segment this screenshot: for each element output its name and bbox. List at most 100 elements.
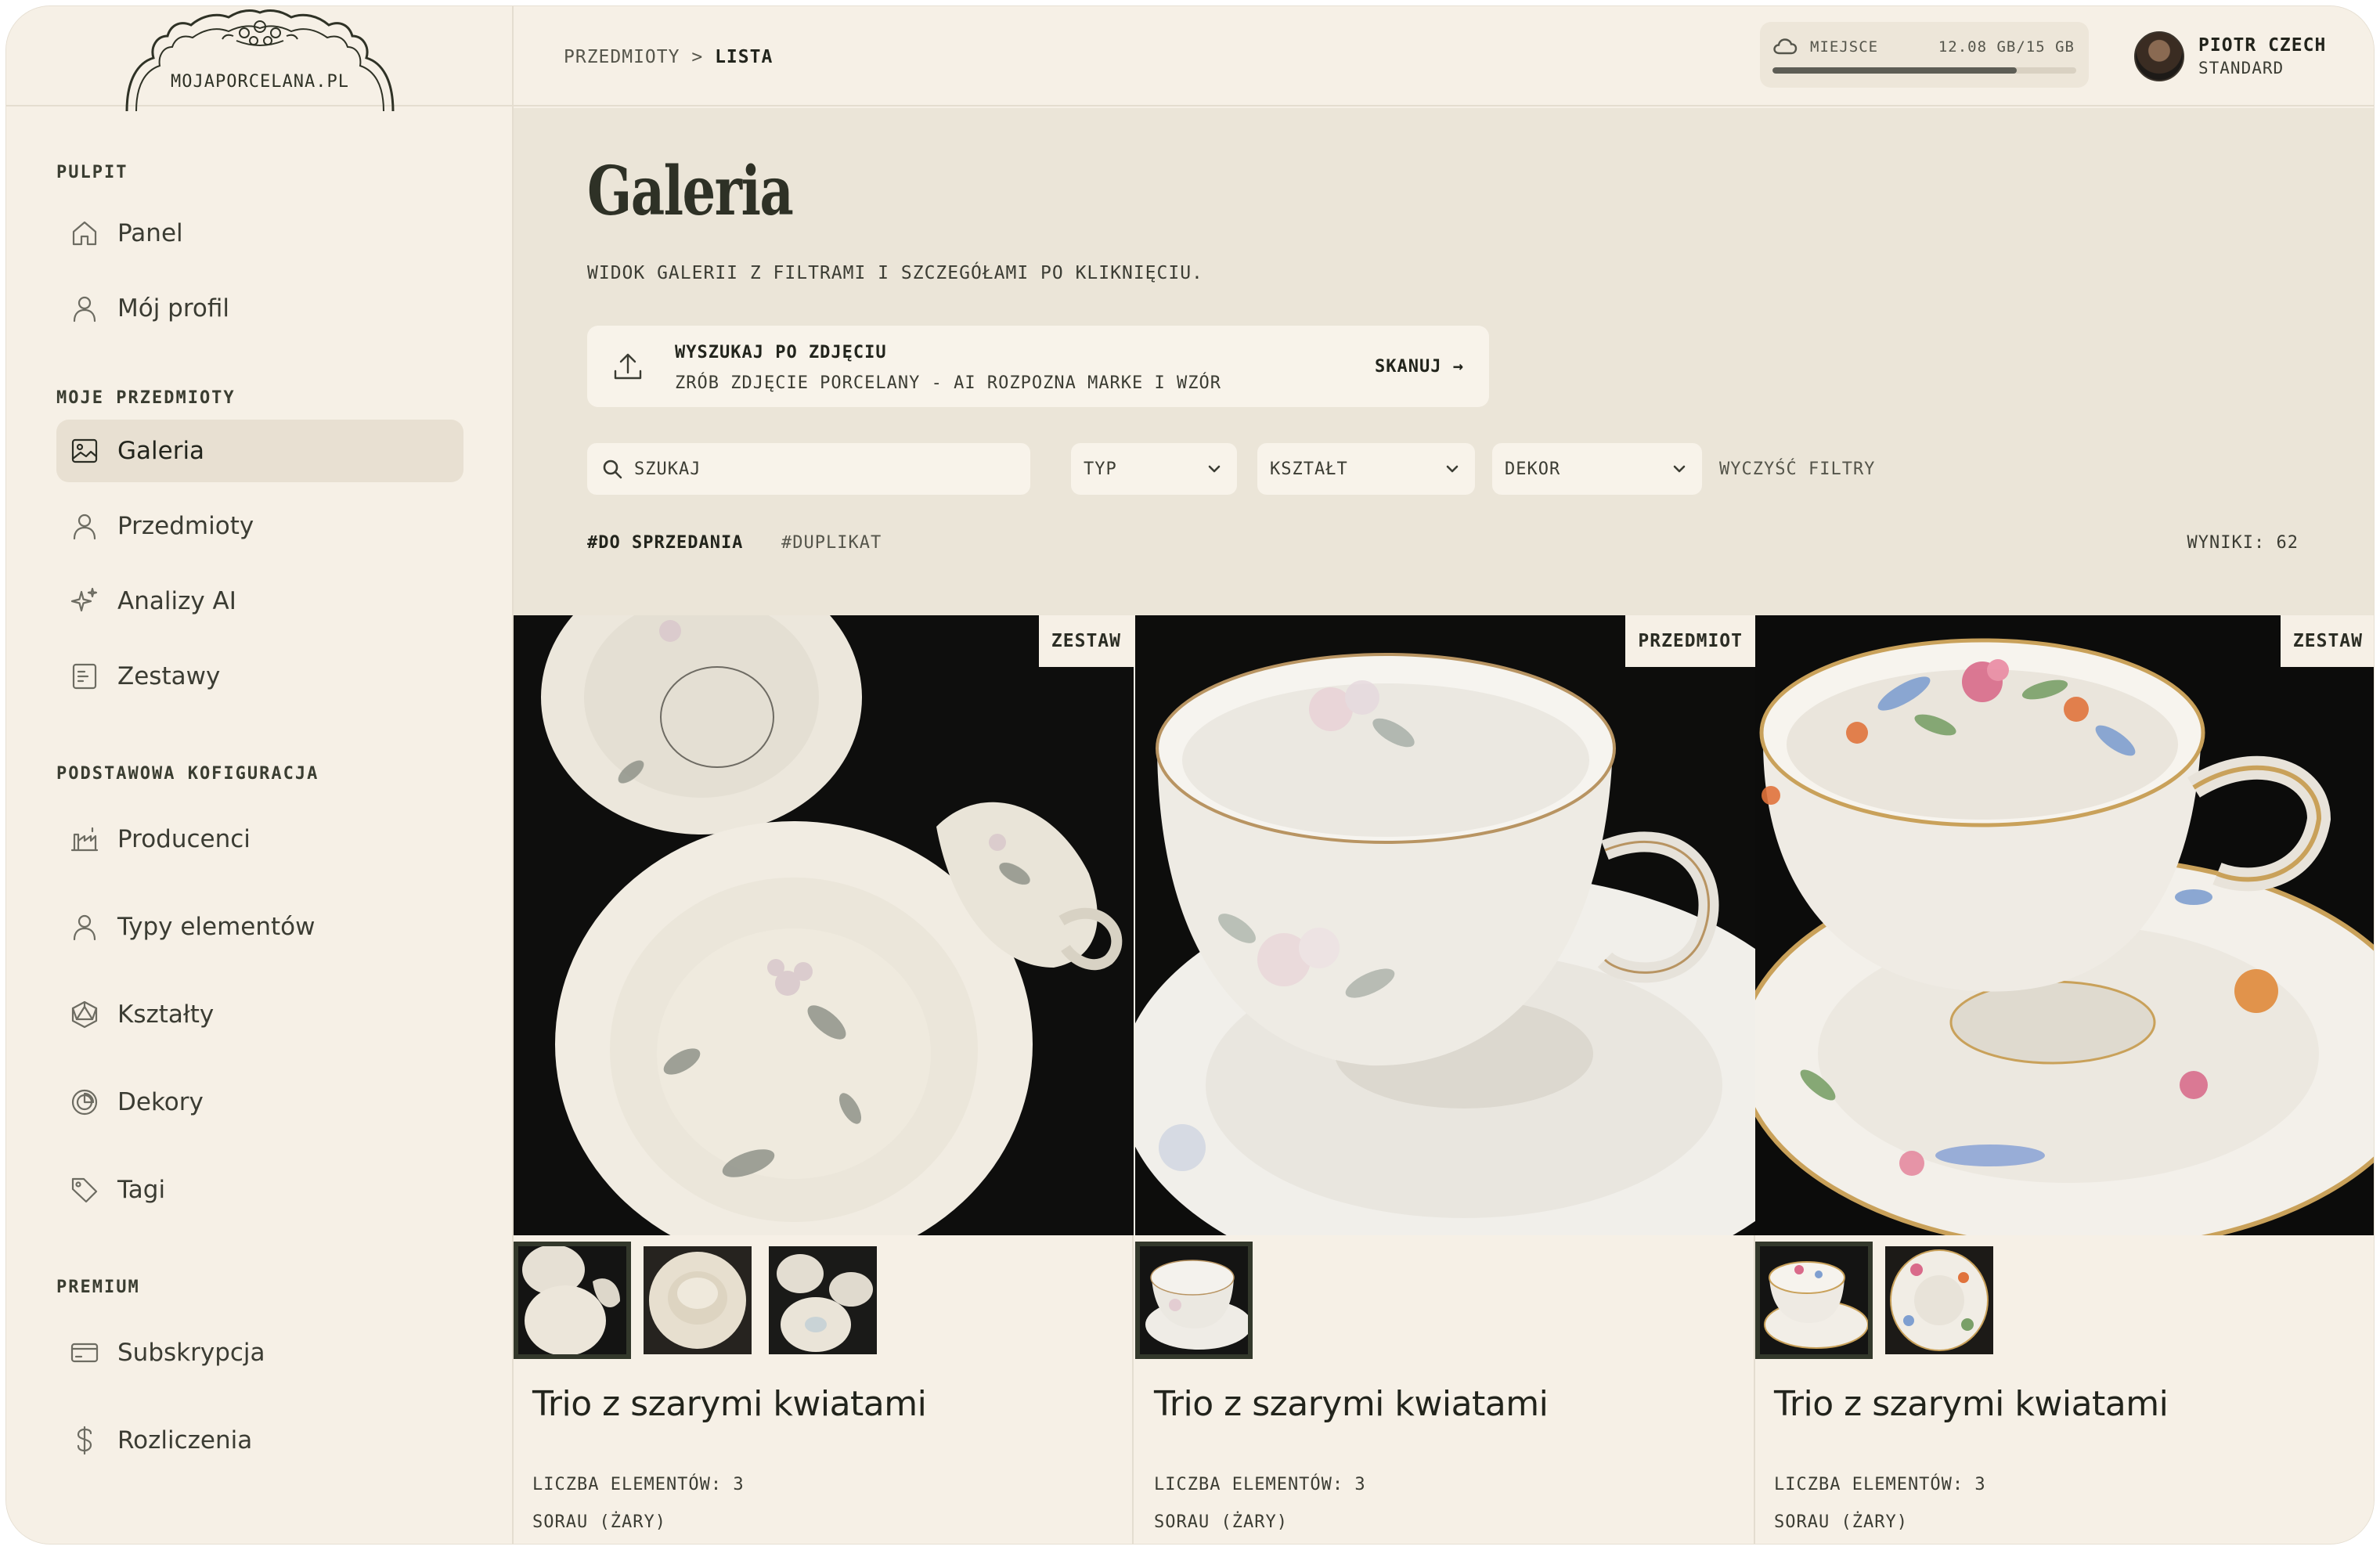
card-manufacturer: SORAU (ŻARY): [1154, 1512, 1288, 1532]
card-title[interactable]: Trio z szarymi kwiatami: [532, 1384, 927, 1424]
sidebar-item-galeria[interactable]: Galeria: [56, 420, 463, 482]
sidebar-item-label: Subskrypcja: [117, 1339, 265, 1367]
thumbnail[interactable]: [764, 1242, 882, 1359]
card-type-badge: ZESTAW: [1038, 615, 1134, 667]
dollar-icon: [67, 1423, 102, 1458]
document-icon: [67, 659, 102, 694]
sidebar-item-label: Tagi: [117, 1176, 166, 1204]
sidebar-item-typy-elementow[interactable]: Typy elementów: [56, 896, 463, 958]
thumbnail[interactable]: [1881, 1242, 1998, 1359]
card-photo[interactable]: ZESTAW: [514, 615, 1134, 1235]
avatar[interactable]: [2134, 31, 2184, 81]
gallery-card[interactable]: PRZEDMIOT Trio z szarymi kwiatami LICZBA…: [1135, 615, 1755, 1544]
card-photo[interactable]: PRZEDMIOT: [1135, 615, 1755, 1235]
upload-icon: [611, 349, 645, 387]
card-title[interactable]: Trio z szarymi kwiatami: [1154, 1384, 1549, 1424]
app-window: MOJAPORCELANA.PL PULPIT Panel Mój profil…: [6, 6, 2374, 1544]
page-title: Galeria: [587, 152, 794, 231]
chevron-down-icon: [1208, 465, 1221, 473]
user-menu[interactable]: PIOTR CZECH STANDARD: [2134, 27, 2326, 86]
logo-frame-icon: [125, 9, 395, 111]
scan-button[interactable]: SKANUJ →: [1375, 357, 1464, 377]
brand-name: MOJAPORCELANA.PL: [171, 72, 349, 92]
breadcrumb-parent[interactable]: PRZEDMIOTY: [564, 47, 680, 67]
sidebar-item-zestawy[interactable]: Zestawy: [56, 645, 463, 708]
breadcrumb: PRZEDMIOTY > LISTA: [564, 47, 773, 67]
card-element-count: LICZBA ELEMENTÓW: 3: [1774, 1475, 1986, 1494]
sidebar-item-label: Panel: [117, 219, 183, 247]
card-manufacturer: SORAU (ŻARY): [1774, 1512, 1908, 1532]
sidebar-item-subskrypcja[interactable]: Subskrypcja: [56, 1321, 463, 1384]
sidebar-item-dekory[interactable]: Dekory: [56, 1071, 463, 1134]
sidebar-item-producenci[interactable]: Producenci: [56, 808, 463, 871]
chevron-down-icon: [1446, 465, 1459, 473]
card-manufacturer: SORAU (ŻARY): [532, 1512, 666, 1532]
user-plan: STANDARD: [2198, 59, 2284, 78]
sidebar-item-label: Zestawy: [117, 662, 221, 690]
storage-progress: [1772, 67, 2076, 74]
decor-select[interactable]: DEKOR: [1492, 443, 1702, 495]
clear-filters-button[interactable]: WYCZYŚĆ FILTRY: [1719, 460, 1875, 479]
polygon-icon: [67, 997, 102, 1032]
porcelain-photo-icon: [514, 615, 1134, 1235]
card-photo[interactable]: ZESTAW: [1755, 615, 2374, 1235]
section-label-konfiguracja: PODSTAWOWA KOFIGURACJA: [56, 764, 319, 784]
storage-widget: MIEJSCE 12.08 GB/15 GB: [1760, 22, 2089, 88]
card-element-count: LICZBA ELEMENTÓW: 3: [1154, 1475, 1366, 1494]
gallery-card[interactable]: ZESTAW Trio z szarymi kwiatami LICZBA EL…: [1755, 615, 2374, 1544]
section-label-premium: PREMIUM: [56, 1278, 140, 1297]
cloud-icon: [1772, 38, 1798, 59]
sidebar-item-panel[interactable]: Panel: [56, 202, 463, 265]
sidebar-item-ksztalty[interactable]: Kształty: [56, 983, 463, 1046]
card-thumbnails: [514, 1242, 882, 1359]
search-field[interactable]: [587, 443, 1030, 495]
type-select[interactable]: TYP: [1071, 443, 1237, 495]
gallery-card[interactable]: ZESTAW Trio z szarymi kwiatami LICZBA EL…: [514, 615, 1134, 1544]
shape-select-label: KSZTAŁT: [1270, 459, 1348, 479]
sidebar-item-moj-profil[interactable]: Mój profil: [56, 277, 463, 340]
card-element-count: LICZBA ELEMENTÓW: 3: [532, 1475, 745, 1494]
sidebar-item-analizy-ai[interactable]: Analizy AI: [56, 570, 463, 633]
thumbnail[interactable]: [1755, 1242, 1873, 1359]
tag-do-sprzedania[interactable]: #DO SPRZEDANIA: [587, 533, 743, 553]
home-icon: [67, 216, 102, 251]
thumbnail[interactable]: [639, 1242, 756, 1359]
scan-description: ZRÓB ZDJĘCIE PORCELANY - AI ROZPOZNA MAR…: [675, 373, 1222, 393]
search-input[interactable]: [634, 459, 1010, 479]
sidebar-item-tagi[interactable]: Tagi: [56, 1159, 463, 1221]
card-type-badge: ZESTAW: [2280, 615, 2374, 667]
storage-value: 12.08 GB/15 GB: [1938, 38, 2075, 56]
pie-icon: [67, 1085, 102, 1119]
card-title[interactable]: Trio z szarymi kwiatami: [1774, 1384, 2169, 1424]
thumbnail[interactable]: [1135, 1242, 1253, 1359]
scan-photo-card[interactable]: WYSZUKAJ PO ZDJĘCIU ZRÓB ZDJĘCIE PORCELA…: [587, 326, 1489, 407]
type-select-label: TYP: [1084, 459, 1117, 479]
page-subtitle: WIDOK GALERII Z FILTRAMI I SZCZEGÓŁAMI P…: [587, 263, 1203, 283]
decor-select-label: DEKOR: [1505, 459, 1561, 479]
sidebar-item-label: Przedmioty: [117, 512, 254, 540]
sidebar-item-label: Kształty: [117, 1000, 215, 1029]
card-type-badge: PRZEDMIOT: [1625, 615, 1755, 667]
sidebar-item-label: Galeria: [117, 437, 205, 465]
user-icon: [67, 291, 102, 326]
tag-icon: [67, 1173, 102, 1207]
section-label-moje-przedmioty: MOJE PRZEDMIOTY: [56, 388, 236, 408]
sidebar-item-rozliczenia[interactable]: Rozliczenia: [56, 1409, 463, 1472]
shape-select[interactable]: KSZTAŁT: [1257, 443, 1475, 495]
gallery-header: Galeria WIDOK GALERII Z FILTRAMI I SZCZE…: [514, 108, 2374, 615]
porcelain-photo-icon: [1755, 615, 2374, 1235]
storage-progress-fill: [1772, 67, 2018, 74]
storage-label: MIEJSCE: [1810, 38, 1879, 56]
factory-icon: [67, 822, 102, 856]
sidebar-item-przedmioty[interactable]: Przedmioty: [56, 495, 463, 557]
tag-duplikat[interactable]: #DUPLIKAT: [781, 533, 882, 553]
user-name: PIOTR CZECH: [2198, 35, 2327, 56]
sidebar-item-label: Analizy AI: [117, 587, 236, 615]
chevron-down-icon: [1673, 465, 1686, 473]
porcelain-photo-icon: [1135, 615, 1755, 1235]
search-icon: [603, 460, 622, 479]
thumbnail[interactable]: [514, 1242, 631, 1359]
logo[interactable]: MOJAPORCELANA.PL: [6, 6, 514, 111]
section-label-pulpit: PULPIT: [56, 163, 128, 182]
topbar: PRZEDMIOTY > LISTA MIEJSCE 12.08 GB/15 G…: [514, 6, 2374, 106]
